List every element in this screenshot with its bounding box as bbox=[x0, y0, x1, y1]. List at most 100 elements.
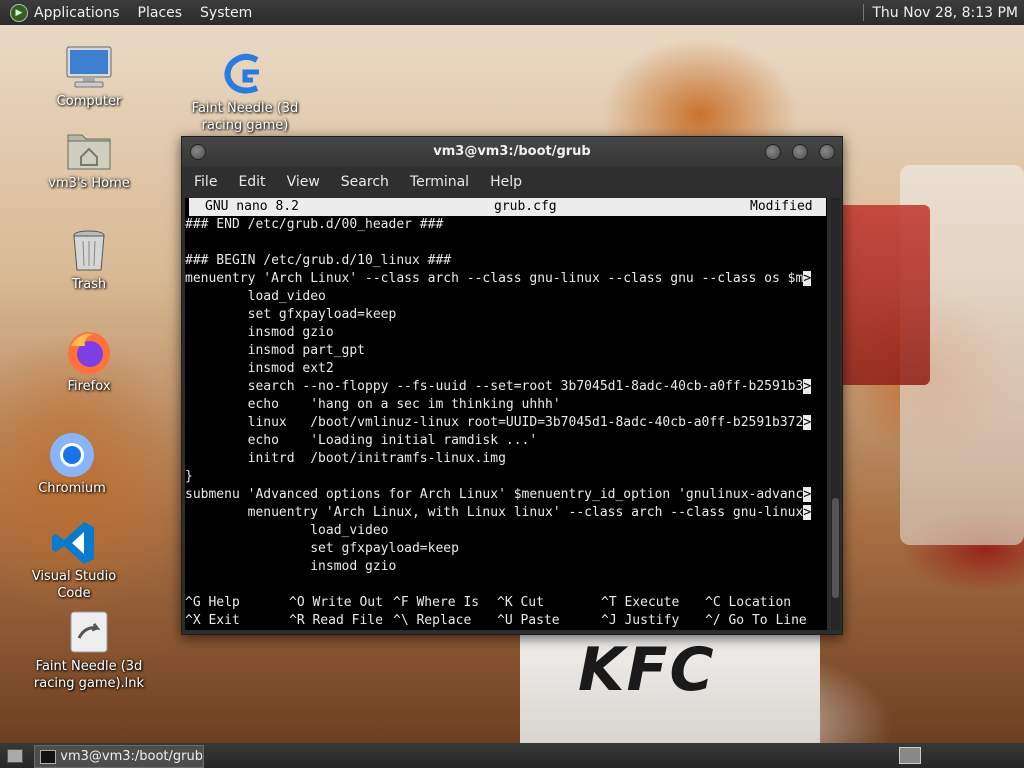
shortcut-key: ^K bbox=[497, 595, 513, 610]
editor-line-text: set gfxpayload=keep bbox=[185, 541, 459, 556]
editor-line-text: insmod gzio bbox=[185, 325, 334, 340]
wallpaper-red-bucket bbox=[830, 205, 930, 385]
editor-line-text: } bbox=[185, 469, 193, 484]
desktop-icon-computer[interactable]: Computer bbox=[29, 45, 149, 110]
nano-shortcut: ^/ Go To Line bbox=[705, 612, 807, 630]
shortcut-key: ^F bbox=[393, 595, 409, 610]
desktop-icon-label: vm3's Home bbox=[48, 176, 130, 191]
shortcut-key: ^U bbox=[497, 613, 513, 628]
taskbar-item-label: vm3@vm3:/boot/grub bbox=[60, 749, 203, 764]
editor-line-text: menuentry 'Arch Linux' --class arch --cl… bbox=[185, 271, 804, 286]
nano-status: Modified bbox=[750, 199, 813, 214]
menu-system[interactable]: System bbox=[200, 5, 252, 21]
nano-shortcut: ^T Execute bbox=[601, 594, 679, 612]
editor-line: set gfxpayload=keep bbox=[185, 306, 397, 324]
terminal-scrollbar[interactable] bbox=[831, 198, 840, 630]
desktop-icon-vscode[interactable]: Visual Studio Code bbox=[14, 520, 134, 602]
editor-line-text: insmod part_gpt bbox=[185, 343, 366, 358]
line-continuation-marker: > bbox=[803, 415, 812, 430]
shortcut-key: ^R bbox=[289, 613, 305, 628]
editor-line: insmod gzio bbox=[185, 558, 396, 576]
computer-icon bbox=[65, 45, 113, 91]
shortcut-label: Go To Line bbox=[728, 613, 807, 628]
shortcut-key: ^O bbox=[289, 595, 305, 610]
shortcut-key: ^C bbox=[705, 595, 721, 610]
window-titlebar[interactable]: vm3@vm3:/boot/grub bbox=[182, 137, 842, 167]
shortcut-key: ^X bbox=[185, 613, 201, 628]
menu-view[interactable]: View bbox=[287, 174, 320, 190]
maximize-icon[interactable] bbox=[792, 144, 808, 160]
line-continuation-marker: > bbox=[803, 487, 812, 502]
terminal-menubar: File Edit View Search Terminal Help bbox=[182, 167, 842, 197]
terminal-screen[interactable]: GNU nano 8.2 grub.cfg Modified ### END /… bbox=[185, 198, 827, 630]
nano-shortcut: ^F Where Is bbox=[393, 594, 479, 612]
shortcut-key: ^/ bbox=[705, 613, 721, 628]
shortcut-label: Where Is bbox=[416, 595, 480, 610]
editor-line: search --no-floppy --fs-uuid --set=root … bbox=[185, 378, 812, 396]
nano-shortcut: ^G Help bbox=[185, 594, 240, 612]
desktop-icon-label: Chromium bbox=[38, 481, 106, 496]
menu-search[interactable]: Search bbox=[341, 174, 389, 190]
editor-line: insmod gzio bbox=[185, 324, 334, 342]
editor-line-text: set gfxpayload=keep bbox=[185, 307, 397, 322]
editor-line-text: ### BEGIN /etc/grub.d/10_linux ### bbox=[185, 253, 452, 268]
editor-line-text: search --no-floppy --fs-uuid --set=root … bbox=[185, 379, 804, 394]
workspace-switcher[interactable] bbox=[899, 747, 921, 764]
line-continuation-marker: > bbox=[803, 505, 812, 520]
menu-edit[interactable]: Edit bbox=[238, 174, 265, 190]
nano-shortcut: ^K Cut bbox=[497, 594, 544, 612]
editor-line: set gfxpayload=keep bbox=[185, 540, 459, 558]
desktop-icon-firefox[interactable]: Firefox bbox=[29, 330, 149, 395]
clock[interactable]: Thu Nov 28, 8:13 PM bbox=[872, 5, 1018, 21]
shortcut-label: Paste bbox=[520, 613, 560, 628]
panel-separator bbox=[863, 4, 865, 21]
scrollbar-thumb[interactable] bbox=[832, 498, 839, 598]
editor-line: } bbox=[185, 468, 193, 486]
shortcut-label: Write Out bbox=[312, 595, 383, 610]
menu-places[interactable]: Places bbox=[138, 5, 183, 21]
editor-line: initrd /boot/initramfs-linux.img bbox=[185, 450, 506, 468]
home-folder-icon bbox=[65, 127, 113, 173]
desktop-icon-label: Trash bbox=[71, 277, 107, 292]
close-icon[interactable] bbox=[819, 144, 835, 160]
menu-terminal[interactable]: Terminal bbox=[410, 174, 469, 190]
minimize-icon[interactable] bbox=[765, 144, 781, 160]
show-desktop-icon[interactable] bbox=[7, 749, 23, 763]
menu-file[interactable]: File bbox=[194, 174, 217, 190]
desktop-icon-faint-needle[interactable]: Faint Needle (3d racing game) bbox=[185, 52, 305, 134]
desktop-icon-label: Firefox bbox=[67, 379, 111, 394]
vscode-icon bbox=[50, 520, 98, 566]
editor-line: menuentry 'Arch Linux, with Linux linux'… bbox=[185, 504, 812, 522]
nano-shortcut: ^C Location bbox=[705, 594, 791, 612]
shortcut-key: ^G bbox=[185, 595, 201, 610]
editor-line-text: initrd /boot/initramfs-linux.img bbox=[185, 451, 506, 466]
editor-line-text: ### END /etc/grub.d/00_header ### bbox=[185, 217, 444, 232]
menu-help[interactable]: Help bbox=[490, 174, 522, 190]
desktop-icon-home[interactable]: vm3's Home bbox=[29, 127, 149, 192]
wallpaper-brand-text: KFC bbox=[578, 635, 716, 705]
nano-shortcut: ^\ Replace bbox=[393, 612, 471, 630]
trash-icon bbox=[65, 228, 113, 274]
nano-shortcut: ^J Justify bbox=[601, 612, 679, 630]
shortcut-label: Read File bbox=[312, 613, 383, 628]
game-icon bbox=[221, 52, 269, 98]
nano-version: GNU nano 8.2 bbox=[205, 199, 299, 214]
shortcut-icon bbox=[65, 610, 113, 656]
desktop-icon-trash[interactable]: Trash bbox=[29, 228, 149, 293]
editor-line: insmod part_gpt bbox=[185, 342, 365, 360]
desktop-icon-label: Faint Needle (3d racing game) bbox=[191, 101, 299, 133]
distro-logo-icon[interactable]: ▶ bbox=[10, 3, 28, 22]
taskbar-item-terminal[interactable]: vm3@vm3:/boot/grub bbox=[34, 745, 204, 768]
desktop-icon-faint-needle-lnk[interactable]: Faint Needle (3d racing game).lnk bbox=[29, 610, 149, 692]
editor-line-text: menuentry 'Arch Linux, with Linux linux'… bbox=[185, 505, 804, 520]
terminal-window[interactable]: vm3@vm3:/boot/grub File Edit View Search… bbox=[181, 136, 843, 635]
terminal-icon bbox=[40, 749, 57, 764]
shortcut-label: Replace bbox=[416, 613, 472, 628]
menu-applications[interactable]: Applications bbox=[34, 5, 120, 21]
desktop-icon-chromium[interactable]: Chromium bbox=[12, 432, 132, 497]
desktop-icon-label: Faint Needle (3d racing game).lnk bbox=[33, 659, 145, 691]
editor-line-text: echo 'hang on a sec im thinking uhhh' bbox=[185, 397, 561, 412]
editor-line: echo 'hang on a sec im thinking uhhh' bbox=[185, 396, 561, 414]
shortcut-key: ^T bbox=[601, 595, 617, 610]
editor-line-text: load_video bbox=[185, 523, 389, 538]
